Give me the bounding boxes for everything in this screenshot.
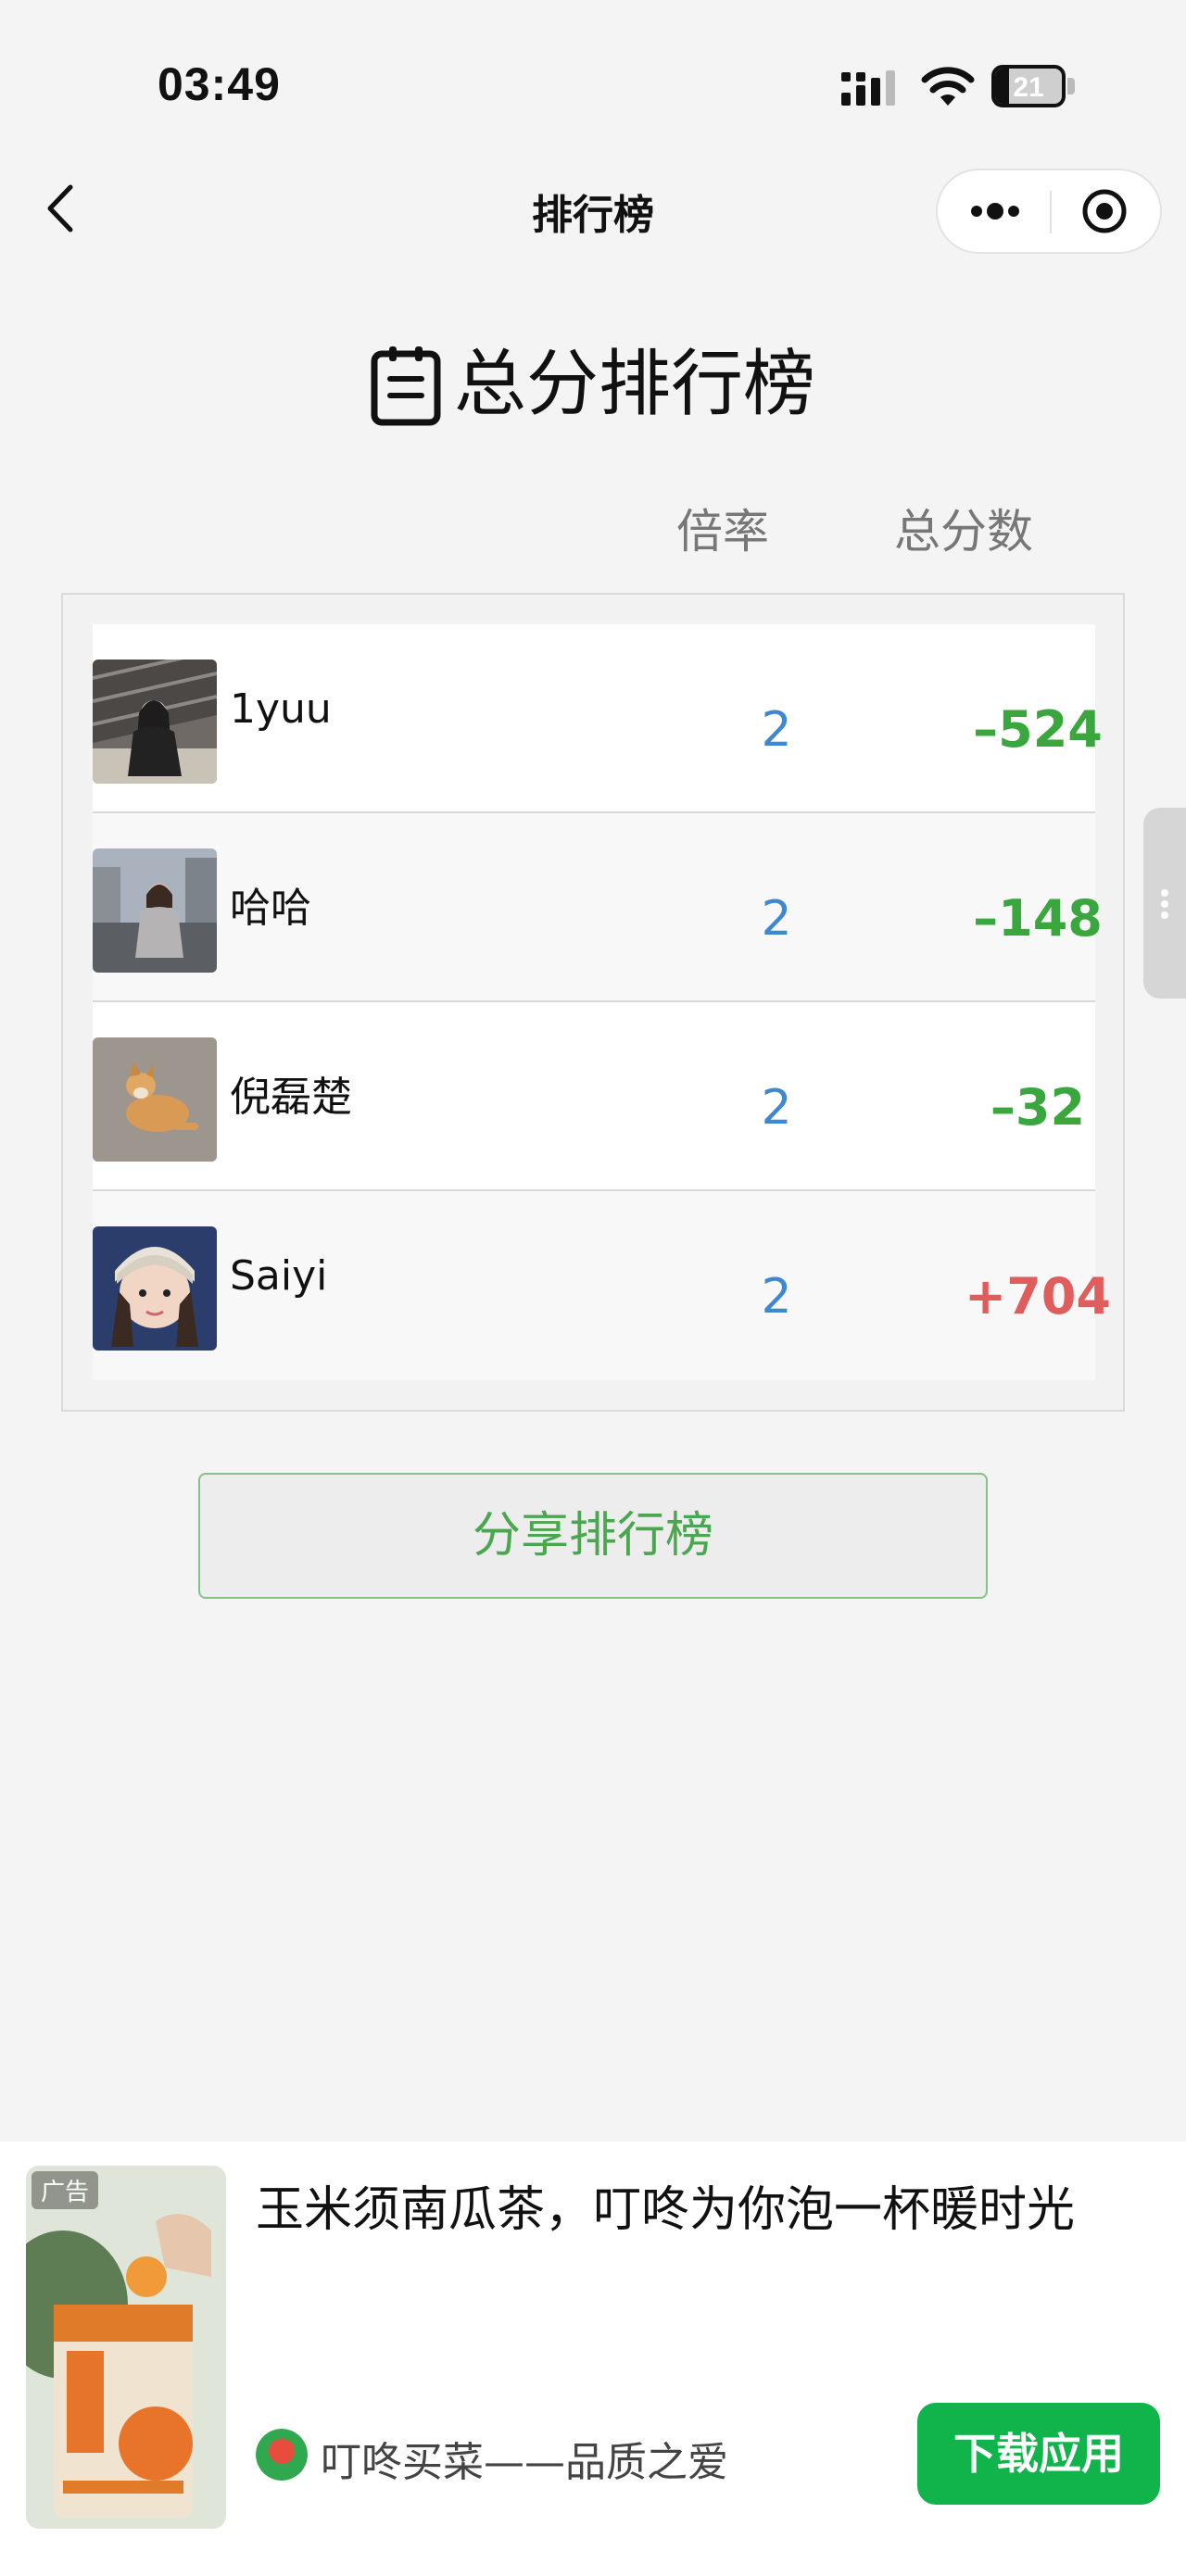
more-icon[interactable] [938, 170, 1049, 252]
side-drag-handle[interactable] [1143, 808, 1186, 999]
table-row[interactable]: 1yuu 2 –524 [93, 624, 1103, 813]
leaderboard-title-text: 总分排行榜 [453, 343, 815, 426]
share-leaderboard-button[interactable]: 分享排行榜 [198, 1473, 988, 1599]
player-name: Saiyi [230, 1252, 328, 1300]
ad-banner[interactable]: 广告 玉米须南瓜茶，叮咚为你泡一杯暖时光 叮咚买菜——品质之爱 下载应用 [0, 2142, 1186, 2576]
player-score: –32 [990, 1078, 1086, 1137]
clipboard-icon [371, 346, 441, 426]
column-header-rate: 倍率 [676, 505, 769, 559]
avatar [93, 1226, 217, 1351]
top-bar: 03:49 21 排行榜 [0, 0, 1186, 270]
close-miniprogram-icon[interactable] [1053, 170, 1162, 252]
avatar [93, 1037, 217, 1162]
ad-label: 广告 [32, 2171, 99, 2209]
player-name: 哈哈 [230, 885, 311, 932]
column-header-total: 总分数 [894, 505, 1033, 559]
table-row[interactable]: 哈哈 2 –148 [93, 813, 1103, 1002]
mini-program-capsule [936, 169, 1162, 254]
player-name: 1yuu [230, 685, 332, 733]
cellular-signal-icon [841, 70, 895, 106]
player-score: –148 [973, 889, 1103, 948]
player-rate: 2 [761, 1080, 792, 1136]
ad-brand-name: 叮咚买菜——品质之爱 [321, 2439, 728, 2486]
ad-image[interactable]: 广告 [26, 2166, 226, 2529]
ad-product-image [26, 2166, 226, 2529]
player-rate: 2 [761, 1269, 792, 1325]
table-row[interactable]: 倪磊楚 2 –32 [93, 1002, 1095, 1191]
avatar [93, 660, 217, 784]
player-score: +704 [965, 1267, 1111, 1326]
battery-icon: 21 [991, 65, 1075, 107]
player-name: 倪磊楚 [230, 1074, 352, 1121]
leaderboard-title: 总分排行榜 [0, 326, 1186, 430]
player-score: –524 [973, 700, 1103, 759]
avatar [93, 848, 217, 973]
ad-title[interactable]: 玉米须南瓜茶，叮咚为你泡一杯暖时光 [256, 2175, 1145, 2245]
download-app-button[interactable]: 下载应用 [917, 2403, 1160, 2505]
player-rate: 2 [761, 891, 792, 947]
table-row[interactable]: Saiyi 2 +704 [93, 1191, 1111, 1380]
capsule-divider [1050, 191, 1052, 233]
brand-logo-icon [256, 2429, 308, 2481]
player-rate: 2 [761, 702, 792, 758]
wifi-icon [921, 67, 975, 106]
status-time: 03:49 [158, 58, 281, 110]
battery-level: 21 [1013, 72, 1044, 103]
leaderboard-table: 1yuu 2 –524 哈哈 2 –148 倪磊楚 2 –32 Saiyi 2 … [61, 593, 1125, 1412]
